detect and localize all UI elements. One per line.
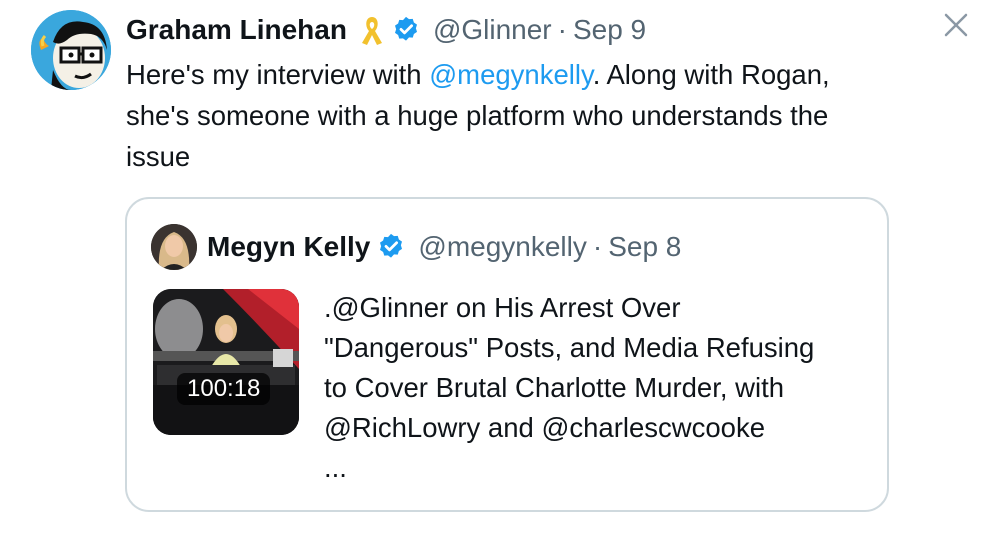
tweet-header: Graham Linehan @Glinner · Sep 9 [126,10,646,50]
verified-badge-icon[interactable] [376,232,406,262]
truncation-ellipsis: ... [324,452,347,483]
studio-scene-image [153,289,299,435]
video-thumbnail[interactable]: 100:18 [153,289,299,435]
tweet-text-before: Here's my interview with [126,59,430,90]
quoted-text-line: .@Glinner on His Arrest Over [324,292,681,323]
quoted-author-name[interactable]: Megyn Kelly [207,231,370,263]
separator-dot: · [592,231,603,262]
verified-badge-icon[interactable] [391,15,421,45]
quoted-text-line: @RichLowry and @charlescwcooke [324,412,766,443]
video-duration-badge: 100:18 [177,373,271,405]
quoted-tweet-text: .@Glinner on His Arrest Over "Dangerous"… [324,288,884,488]
separator-dot: · [557,14,567,45]
author-handle[interactable]: @Glinner [433,14,552,46]
quoted-text-line: to Cover Brutal Charlotte Murder, with [324,372,785,403]
author-avatar[interactable] [31,10,111,90]
author-name[interactable]: Graham Linehan [126,14,347,46]
cartoon-avatar-image [31,10,111,90]
quoted-tweet-card[interactable]: Megyn Kelly @megynkelly · Sep 8 100:18 .… [125,197,889,512]
tweet-text: Here's my interview with @megynkelly. Al… [126,54,846,177]
quoted-text-line: "Dangerous" Posts, and Media Refusing [324,332,815,363]
quoted-tweet-header: Megyn Kelly @megynkelly · Sep 8 [151,224,681,270]
close-icon[interactable] [941,10,971,40]
ribbon-icon [359,13,385,47]
mention-link[interactable]: @megynkelly [429,59,592,90]
tweet-date[interactable]: Sep 9 [573,14,646,46]
quoted-author-handle[interactable]: @megynkelly [418,231,586,263]
quoted-tweet-date[interactable]: Sep 8 [608,231,681,263]
portrait-avatar-image [151,224,197,270]
quoted-author-avatar[interactable] [151,224,197,270]
